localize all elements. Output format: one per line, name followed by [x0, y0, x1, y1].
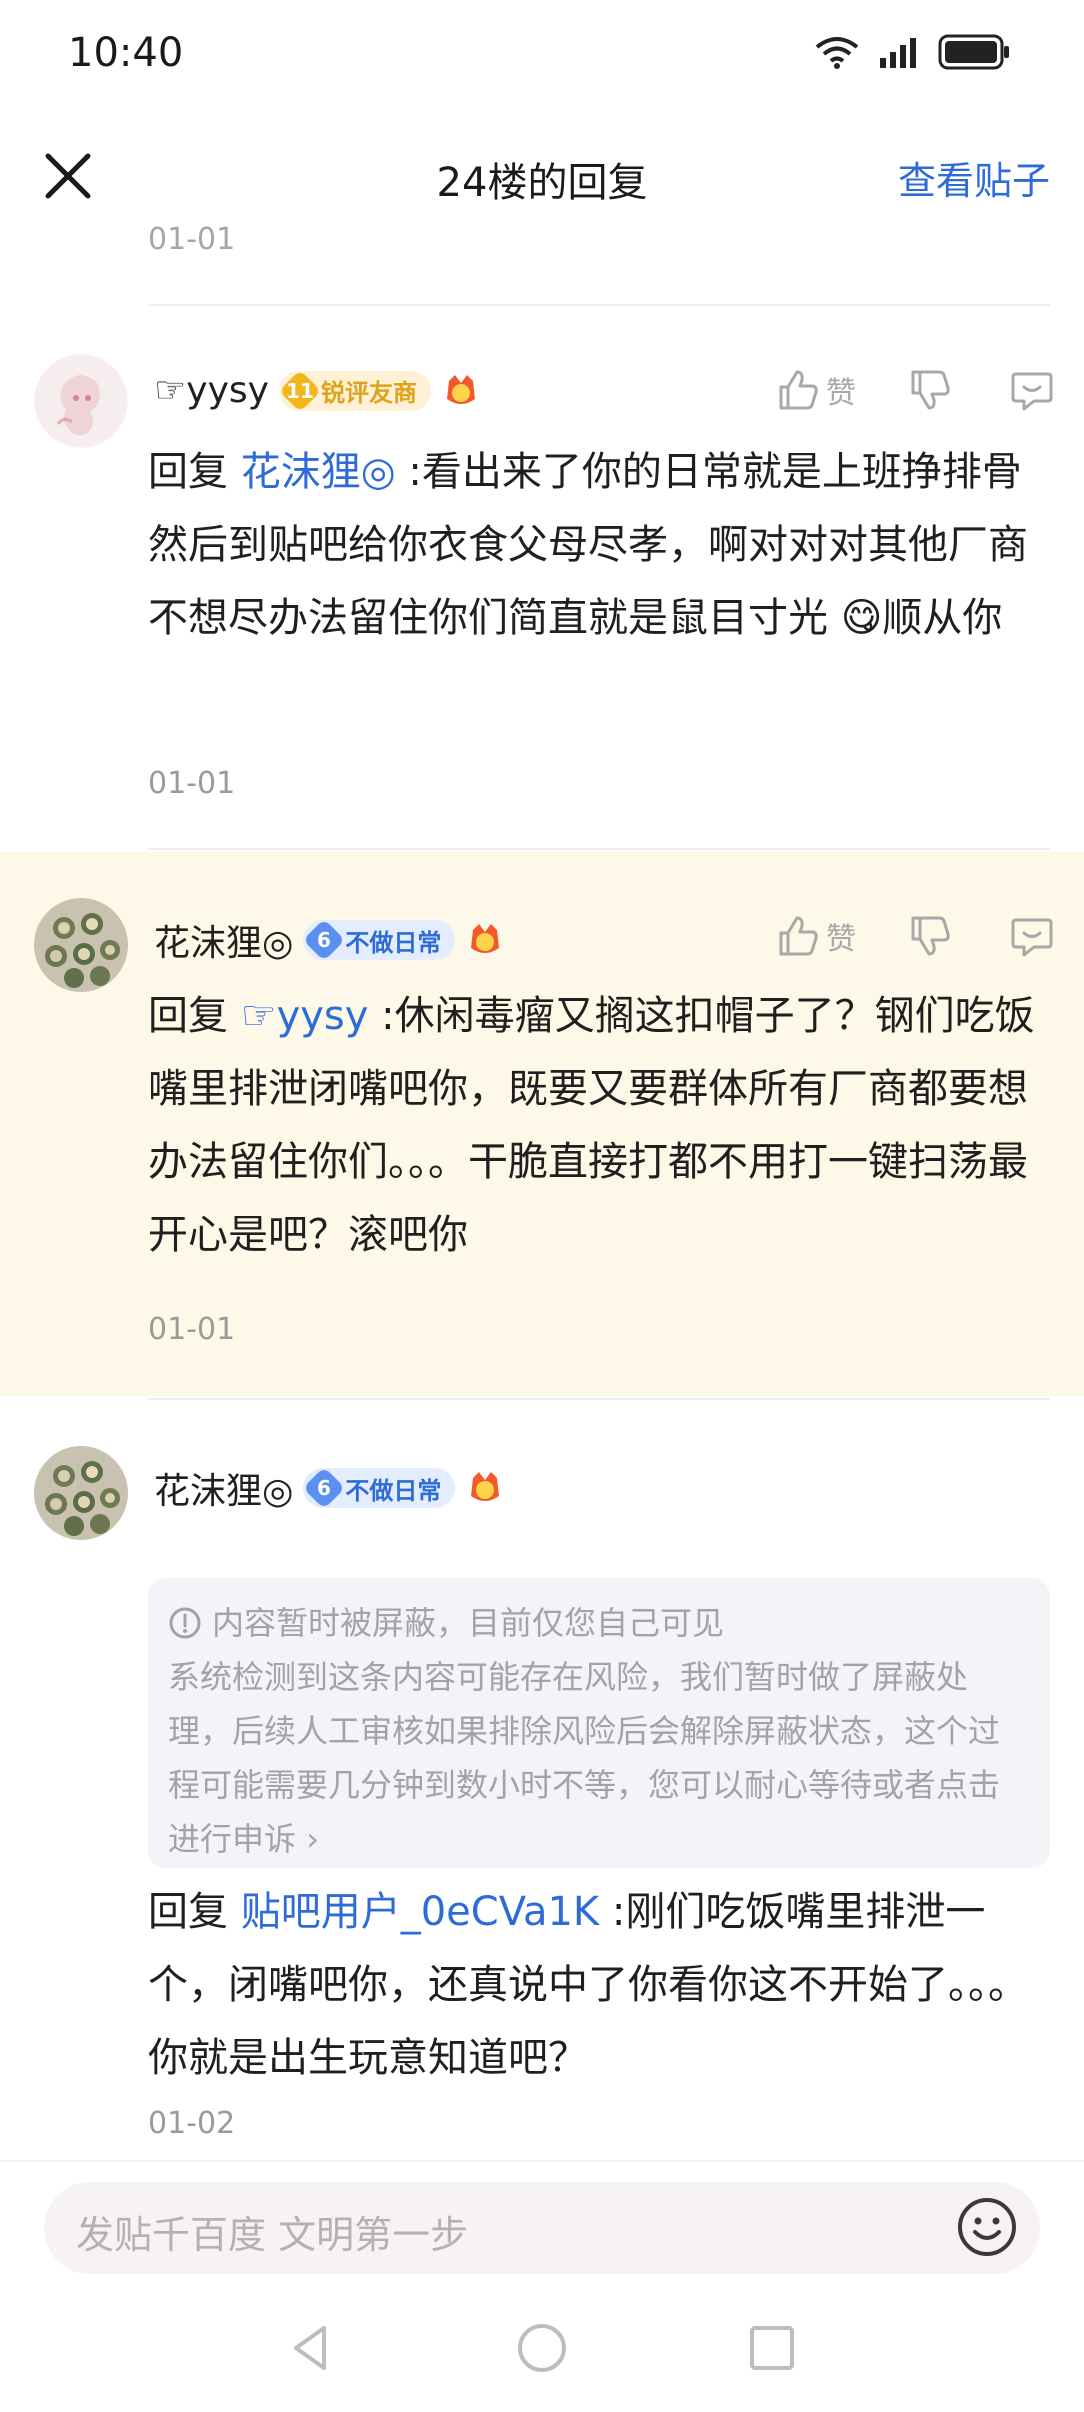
avatar[interactable] [34, 354, 128, 448]
status-time: 10:40 [68, 30, 184, 76]
comment-button[interactable] [1010, 914, 1054, 958]
status-bar: 10:40 [0, 0, 1084, 110]
reply-item-highlighted: 花沫狸◎ 6 不做日常 赞 回复 ☞yysy :休闲毒瘤又搁这扣帽子了？钢们吃饭… [0, 852, 1084, 1396]
like-button[interactable]: 赞 [776, 914, 856, 958]
username[interactable]: 花沫狸◎ [154, 914, 293, 966]
badge-title: 锐评友商 [320, 379, 417, 407]
reply-content: 回复 贴吧用户_0eCVa1K :刚们吃饭嘴里排泄一个，闭嘴吧你，还真说中了你看… [148, 1889, 1028, 2081]
mention-link[interactable]: 贴吧用户_0eCVa1K [241, 1889, 599, 1935]
like-label: 赞 [826, 922, 856, 957]
user-line: ☞yysy 11 锐评友商 [154, 369, 481, 412]
smile-emoji-icon: 😋 [840, 595, 883, 641]
username[interactable]: ☞yysy [154, 370, 269, 411]
username[interactable]: 花沫狸◎ [154, 1462, 293, 1514]
medal-icon [471, 1472, 500, 1501]
avatar[interactable] [34, 1446, 128, 1540]
medal-icon [446, 374, 475, 404]
avatar[interactable] [34, 898, 128, 992]
status-icons [814, 34, 1012, 70]
mention-link[interactable]: ☞yysy [241, 993, 369, 1039]
home-icon[interactable] [514, 2320, 570, 2376]
reply-date: 01-02 [148, 2106, 236, 2141]
reply-date: 01-01 [148, 1312, 236, 1347]
like-button[interactable]: 赞 [776, 368, 856, 412]
chevron-right-icon: › [306, 1820, 319, 1858]
badge-title: 不做日常 [345, 1476, 442, 1505]
previous-reply-date: 01-01 [148, 222, 236, 252]
view-post-link[interactable]: 查看贴子 [898, 150, 1050, 205]
level-badge: 6 不做日常 [303, 1466, 456, 1510]
user-line: 花沫狸◎ 6 不做日常 [154, 1462, 505, 1514]
comment-icon [1011, 918, 1053, 957]
avatar-image [34, 898, 128, 992]
emoji-icon[interactable] [956, 2196, 1018, 2258]
like-label: 赞 [826, 376, 856, 411]
dislike-button[interactable] [908, 914, 952, 958]
reply-content: 回复 ☞yysy :休闲毒瘤又搁这扣帽子了？钢们吃饭嘴里排泄闭嘴吧你，既要又要群… [148, 993, 1035, 1258]
reply-content: 回复 花沫狸◎ :看出来了你的日常就是上班挣排骨然后到贴吧给你衣食父母尽孝，啊对… [148, 449, 1028, 641]
level-badge: 6 不做日常 [303, 918, 456, 962]
thumbs-up-icon [779, 916, 818, 956]
thumbs-down-icon [911, 916, 950, 956]
comment-button[interactable] [1010, 368, 1054, 412]
reply-actions: 赞 [776, 914, 1054, 958]
signal-icon [880, 38, 916, 68]
bottom-bar: 发贴千百度 文明第一步 [0, 2160, 1084, 2290]
reply-actions: 赞 [776, 368, 1054, 412]
system-nav-bar [0, 2290, 1084, 2412]
back-icon[interactable] [284, 2320, 340, 2376]
blocked-notice: 内容暂时被屏蔽，目前仅您自己可见 系统检测到这条内容可能存在风险，我们暂时做了屏… [148, 1578, 1050, 1868]
level-badge: 11 锐评友商 [278, 369, 431, 412]
thumbs-down-icon [911, 370, 950, 410]
reply-item: ☞yysy 11 锐评友商 赞 回复 花沫狸◎ :看出来了你的日常就是上班挣排骨… [0, 306, 1084, 846]
recents-icon[interactable] [744, 2320, 800, 2376]
user-line: 花沫狸◎ 6 不做日常 [154, 914, 505, 966]
blocked-title: 内容暂时被屏蔽，目前仅您自己可见 [212, 1604, 725, 1642]
reply-input-placeholder: 发贴千百度 文明第一步 [76, 2213, 469, 2257]
medal-icon [471, 924, 500, 953]
dislike-button[interactable] [908, 368, 952, 412]
avatar-image [35, 355, 127, 447]
battery-icon [938, 34, 1009, 70]
wifi-icon [815, 37, 859, 69]
reply-input[interactable]: 发贴千百度 文明第一步 [44, 2182, 1040, 2274]
mention-link[interactable]: 花沫狸◎ [241, 449, 396, 495]
divider [148, 848, 1050, 850]
thumbs-up-icon [779, 370, 818, 410]
blocked-body[interactable]: 系统检测到这条内容可能存在风险，我们暂时做了屏蔽处理，后续人工审核如果排除风险后… [168, 1650, 1030, 1866]
avatar-image [34, 1446, 128, 1540]
badge-title: 不做日常 [345, 928, 442, 957]
comment-icon [1011, 372, 1053, 411]
info-icon [169, 1607, 201, 1639]
reply-date: 01-01 [148, 766, 236, 801]
header: 24楼的回复 查看贴子 [0, 110, 1084, 240]
